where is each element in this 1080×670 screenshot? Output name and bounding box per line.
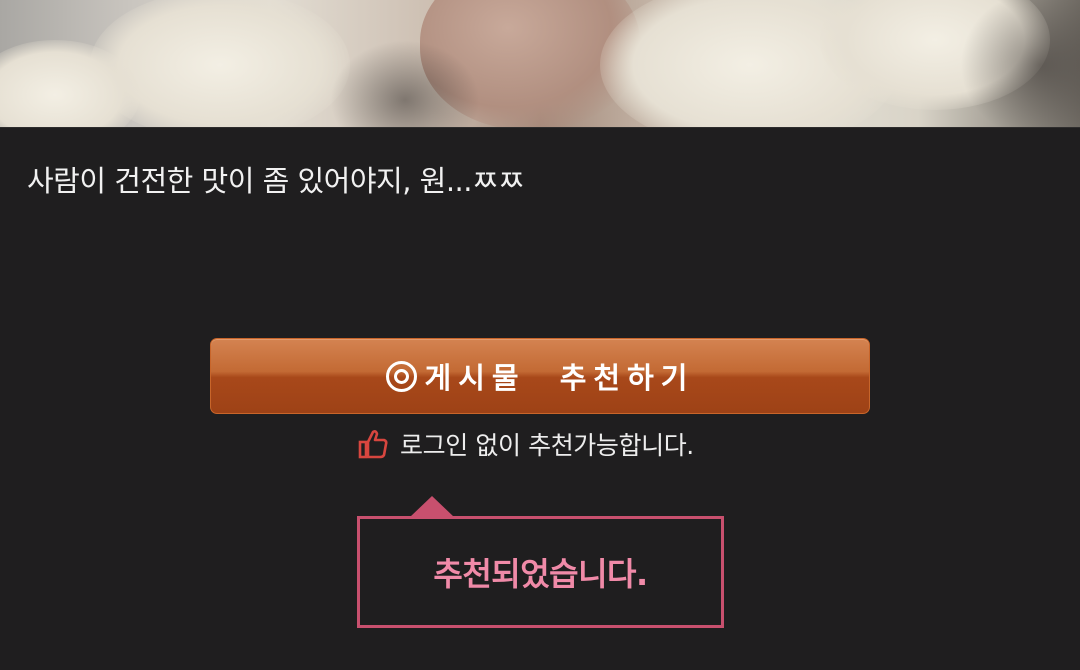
- post-body-text: 사람이 건전한 맛이 좀 있어야지, 원...ㅉㅉ: [27, 164, 525, 198]
- recommend-button-label: 게시물 추천하기: [424, 361, 695, 395]
- target-circle-icon: [385, 360, 417, 392]
- page: 사람이 건전한 맛이 좀 있어야지, 원...ㅉㅉ 게시물 추천하기 로그인 없…: [0, 0, 1080, 670]
- recommend-hint-text: 로그인 없이 추천가능합니다.: [400, 431, 694, 460]
- thumbs-up-icon: [358, 430, 388, 459]
- recommend-post-button[interactable]: 게시물 추천하기: [210, 338, 870, 414]
- recommend-confirmation-message: 추천되었습니다.: [433, 555, 648, 593]
- image-detail: [960, 0, 1080, 127]
- post-image[interactable]: [0, 0, 1080, 128]
- recommend-hint: 로그인 없이 추천가능합니다.: [358, 424, 694, 464]
- recommend-confirmation-tooltip: 추천되었습니다.: [357, 496, 724, 628]
- tooltip-arrow: [410, 496, 454, 517]
